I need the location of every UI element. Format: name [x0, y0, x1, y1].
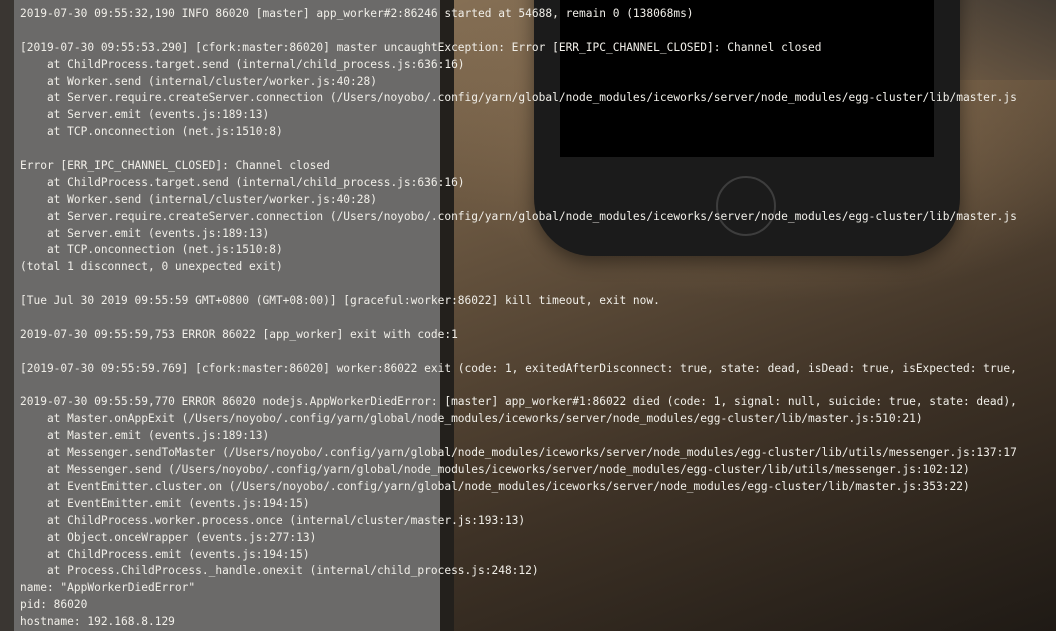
- log-line: [Tue Jul 30 2019 09:55:59 GMT+0800 (GMT+…: [20, 294, 660, 308]
- log-line: name: "AppWorkerDiedError": [20, 581, 196, 595]
- log-line: at TCP.onconnection (net.js:1510:8): [20, 243, 283, 257]
- log-line: at EventEmitter.cluster.on (/Users/noyob…: [20, 479, 970, 493]
- log-line: at Master.emit (events.js:189:13): [20, 429, 270, 443]
- desktop-scene: 2019-07-30 09:55:32,190 INFO 86020 [mast…: [0, 0, 1056, 631]
- window-left-edge: [0, 0, 14, 631]
- log-line: at Process.ChildProcess._handle.onexit (…: [20, 564, 539, 578]
- log-line: at Object.onceWrapper (events.js:277:13): [20, 530, 317, 544]
- log-line: at Server.emit (events.js:189:13): [20, 226, 270, 240]
- log-line: pid: 86020: [20, 598, 88, 612]
- log-line: at Server.require.createServer.connectio…: [20, 91, 1017, 105]
- log-line: at ChildProcess.target.send (internal/ch…: [20, 57, 465, 71]
- terminal-log-output[interactable]: 2019-07-30 09:55:32,190 INFO 86020 [mast…: [20, 6, 1056, 631]
- log-line: at TCP.onconnection (net.js:1510:8): [20, 125, 283, 139]
- log-line: at Messenger.sendToMaster (/Users/noyobo…: [20, 446, 1017, 460]
- log-line: at Worker.send (internal/cluster/worker.…: [20, 74, 377, 88]
- log-line: at Messenger.send (/Users/noyobo/.config…: [20, 463, 970, 477]
- log-line: at EventEmitter.emit (events.js:194:15): [20, 496, 310, 510]
- log-line: at Worker.send (internal/cluster/worker.…: [20, 192, 377, 206]
- log-line: at ChildProcess.target.send (internal/ch…: [20, 175, 465, 189]
- log-line: (total 1 disconnect, 0 unexpected exit): [20, 260, 283, 274]
- log-line: at Master.onAppExit (/Users/noyobo/.conf…: [20, 412, 923, 426]
- log-line: at Server.emit (events.js:189:13): [20, 108, 270, 122]
- log-line: [2019-07-30 09:55:53.290] [cfork:master:…: [20, 40, 822, 54]
- log-line: Error [ERR_IPC_CHANNEL_CLOSED]: Channel …: [20, 159, 330, 173]
- log-line: at Server.require.createServer.connectio…: [20, 209, 1017, 223]
- log-line: 2019-07-30 09:55:32,190 INFO 86020 [mast…: [20, 7, 694, 20]
- log-line: hostname: 192.168.8.129: [20, 615, 175, 629]
- log-line: [2019-07-30 09:55:59.769] [cfork:master:…: [20, 361, 1017, 375]
- log-line: at ChildProcess.worker.process.once (int…: [20, 513, 526, 527]
- log-line: 2019-07-30 09:55:59,753 ERROR 86022 [app…: [20, 327, 458, 341]
- log-line: at ChildProcess.emit (events.js:194:15): [20, 547, 310, 561]
- log-line: 2019-07-30 09:55:59,770 ERROR 86020 node…: [20, 395, 1017, 409]
